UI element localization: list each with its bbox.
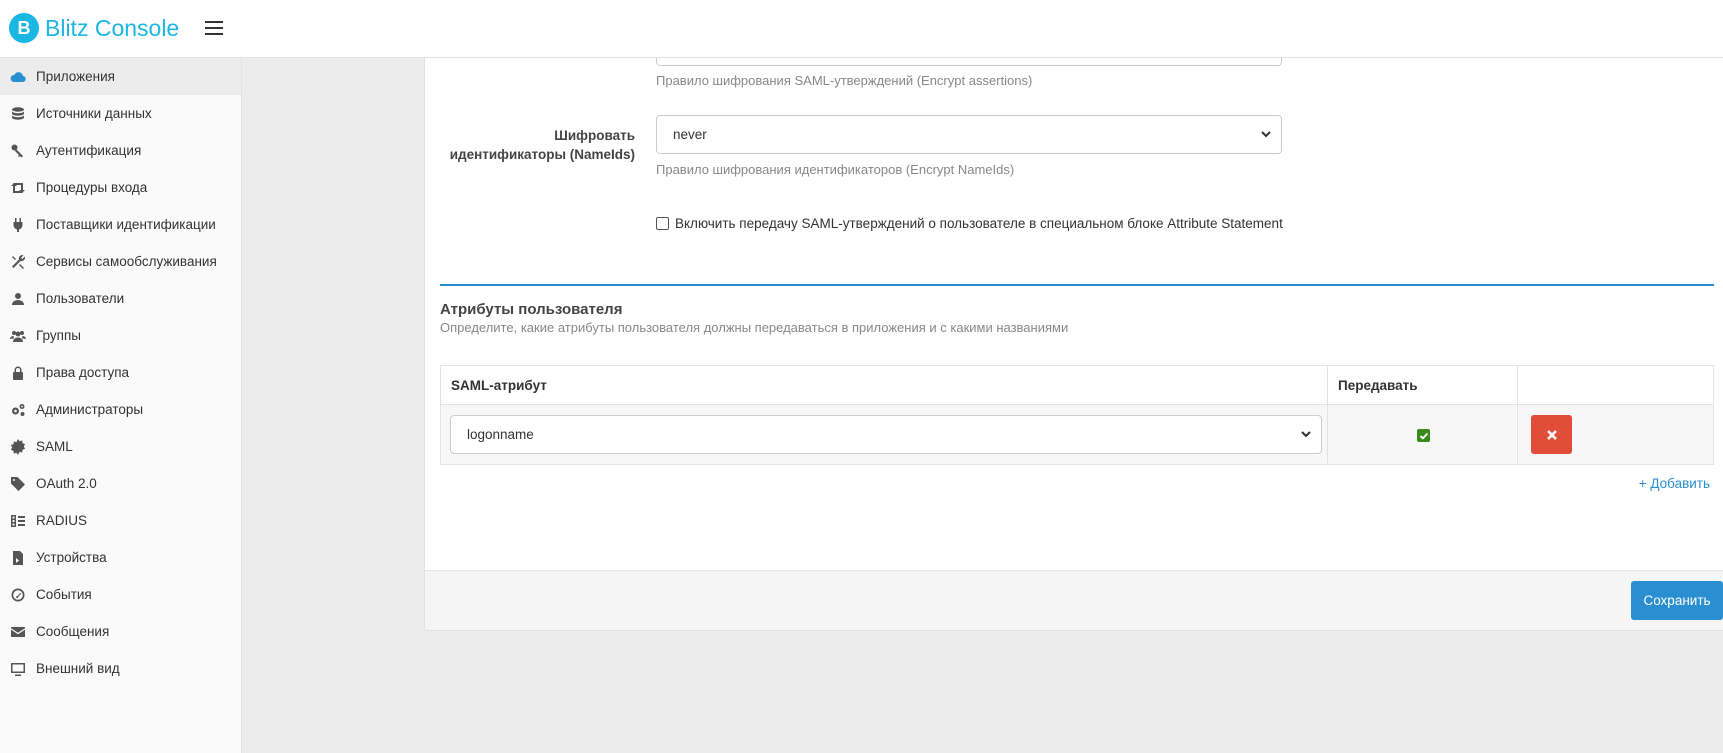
sidebar-item-label: Группы bbox=[36, 328, 81, 343]
sidebar-item-users[interactable]: Пользователи bbox=[0, 280, 241, 317]
form-footer: Сохранить bbox=[425, 570, 1723, 630]
column-divider bbox=[1327, 366, 1328, 464]
wrench-icon bbox=[9, 253, 27, 271]
sidebar-item-data-sources[interactable]: Источники данных bbox=[0, 95, 241, 132]
saml-attribute-select[interactable]: logonname bbox=[450, 415, 1322, 454]
sidebar-item-label: OAuth 2.0 bbox=[36, 476, 97, 491]
database-icon bbox=[9, 105, 27, 123]
sidebar-item-events[interactable]: События bbox=[0, 576, 241, 613]
tag-icon bbox=[9, 475, 27, 493]
sidebar-item-label: RADIUS bbox=[36, 513, 88, 528]
retweet-icon bbox=[9, 179, 27, 197]
section-divider bbox=[440, 284, 1714, 286]
column-header-saml-attribute: SAML-атрибут bbox=[451, 378, 547, 393]
column-divider bbox=[1517, 366, 1518, 464]
encrypt-assertions-select[interactable] bbox=[656, 58, 1282, 66]
top-header: B Blitz Console bbox=[0, 0, 1723, 58]
sidebar-item-self-service[interactable]: Сервисы самообслуживания bbox=[0, 243, 241, 280]
saml-attribute-value: logonname bbox=[467, 427, 534, 442]
server-icon bbox=[9, 512, 27, 530]
save-button[interactable]: Сохранить bbox=[1631, 581, 1723, 620]
sidebar: Приложения Источники данных Аутентификац… bbox=[0, 58, 242, 753]
users-icon bbox=[9, 327, 27, 345]
sidebar-item-authentication[interactable]: Аутентификация bbox=[0, 132, 241, 169]
plug-icon bbox=[9, 216, 27, 234]
device-icon bbox=[9, 549, 27, 567]
sidebar-item-label: Поставщики идентификации bbox=[36, 217, 216, 232]
sidebar-item-oauth[interactable]: OAuth 2.0 bbox=[0, 465, 241, 502]
sidebar-item-appearance[interactable]: Внешний вид bbox=[0, 650, 241, 687]
encrypt-nameids-help: Правило шифрования идентификаторов (Encr… bbox=[656, 162, 1015, 177]
add-attribute-link[interactable]: + Добавить bbox=[1639, 476, 1710, 491]
sidebar-item-label: События bbox=[36, 587, 92, 602]
encrypt-nameids-value: never bbox=[673, 127, 707, 142]
main-panel: Правило шифрования SAML-утверждений (Enc… bbox=[424, 58, 1723, 631]
app-logo[interactable]: B Blitz Console bbox=[9, 13, 179, 43]
sidebar-item-identity-providers[interactable]: Поставщики идентификации bbox=[0, 206, 241, 243]
sidebar-item-label: Сервисы самообслуживания bbox=[36, 254, 217, 269]
table-row: logonname bbox=[441, 405, 1713, 464]
sidebar-item-label: Пользователи bbox=[36, 291, 125, 306]
transmit-checkbox[interactable] bbox=[1417, 429, 1430, 442]
sidebar-item-groups[interactable]: Группы bbox=[0, 317, 241, 354]
sidebar-item-login-procedures[interactable]: Процедуры входа bbox=[0, 169, 241, 206]
sidebar-item-label: Права доступа bbox=[36, 365, 130, 380]
cloud-icon bbox=[9, 68, 27, 86]
sidebar-item-label: SAML bbox=[36, 439, 73, 454]
sidebar-item-label: Аутентификация bbox=[36, 143, 142, 158]
attribute-statement-option: Включить передачу SAML-утверждений о пол… bbox=[656, 216, 1283, 231]
lock-icon bbox=[9, 364, 27, 382]
sidebar-item-label: Устройства bbox=[36, 550, 107, 565]
delete-row-button[interactable] bbox=[1531, 415, 1572, 454]
sidebar-item-applications[interactable]: Приложения bbox=[0, 58, 241, 95]
sidebar-item-label: Внешний вид bbox=[36, 661, 120, 676]
cogs-icon bbox=[9, 401, 27, 419]
attributes-table: SAML-атрибут Передавать logonname bbox=[440, 365, 1714, 465]
envelope-icon bbox=[9, 623, 27, 641]
attribute-statement-label: Включить передачу SAML-утверждений о пол… bbox=[675, 216, 1283, 231]
sidebar-item-label: Приложения bbox=[36, 69, 115, 84]
sidebar-item-administrators[interactable]: Администраторы bbox=[0, 391, 241, 428]
check-icon bbox=[1419, 432, 1428, 440]
sidebar-item-messages[interactable]: Сообщения bbox=[0, 613, 241, 650]
sidebar-item-saml[interactable]: SAML bbox=[0, 428, 241, 465]
monitor-icon bbox=[9, 660, 27, 678]
chevron-down-icon bbox=[1301, 431, 1311, 438]
sidebar-item-devices[interactable]: Устройства bbox=[0, 539, 241, 576]
column-header-transmit: Передавать bbox=[1338, 378, 1418, 393]
chevron-down-icon bbox=[1261, 131, 1271, 138]
sidebar-item-access-rights[interactable]: Права доступа bbox=[0, 354, 241, 391]
certificate-icon bbox=[9, 438, 27, 456]
keys-icon bbox=[9, 142, 27, 160]
sidebar-item-label: Сообщения bbox=[36, 624, 110, 639]
section-description: Определите, какие атрибуты пользователя … bbox=[440, 320, 1069, 335]
user-icon bbox=[9, 290, 27, 308]
sidebar-item-label: Администраторы bbox=[36, 402, 144, 417]
app-title: Blitz Console bbox=[45, 14, 180, 41]
sidebar-item-label: Источники данных bbox=[36, 106, 152, 121]
sidebar-item-radius[interactable]: RADIUS bbox=[0, 502, 241, 539]
encrypt-nameids-label: Шифровать идентификаторы (NameIds) bbox=[449, 128, 635, 162]
logo-icon: B bbox=[9, 13, 39, 43]
section-title: Атрибуты пользователя bbox=[440, 301, 623, 318]
sidebar-item-label: Процедуры входа bbox=[36, 180, 148, 195]
dashboard-icon bbox=[9, 586, 27, 604]
menu-toggle-icon[interactable] bbox=[204, 19, 224, 37]
close-icon bbox=[1546, 429, 1557, 440]
encrypt-assertions-help: Правило шифрования SAML-утверждений (Enc… bbox=[656, 73, 1033, 88]
table-header: SAML-атрибут Передавать bbox=[441, 366, 1713, 405]
attribute-statement-checkbox[interactable] bbox=[656, 217, 669, 230]
encrypt-nameids-select[interactable]: never bbox=[656, 115, 1282, 154]
